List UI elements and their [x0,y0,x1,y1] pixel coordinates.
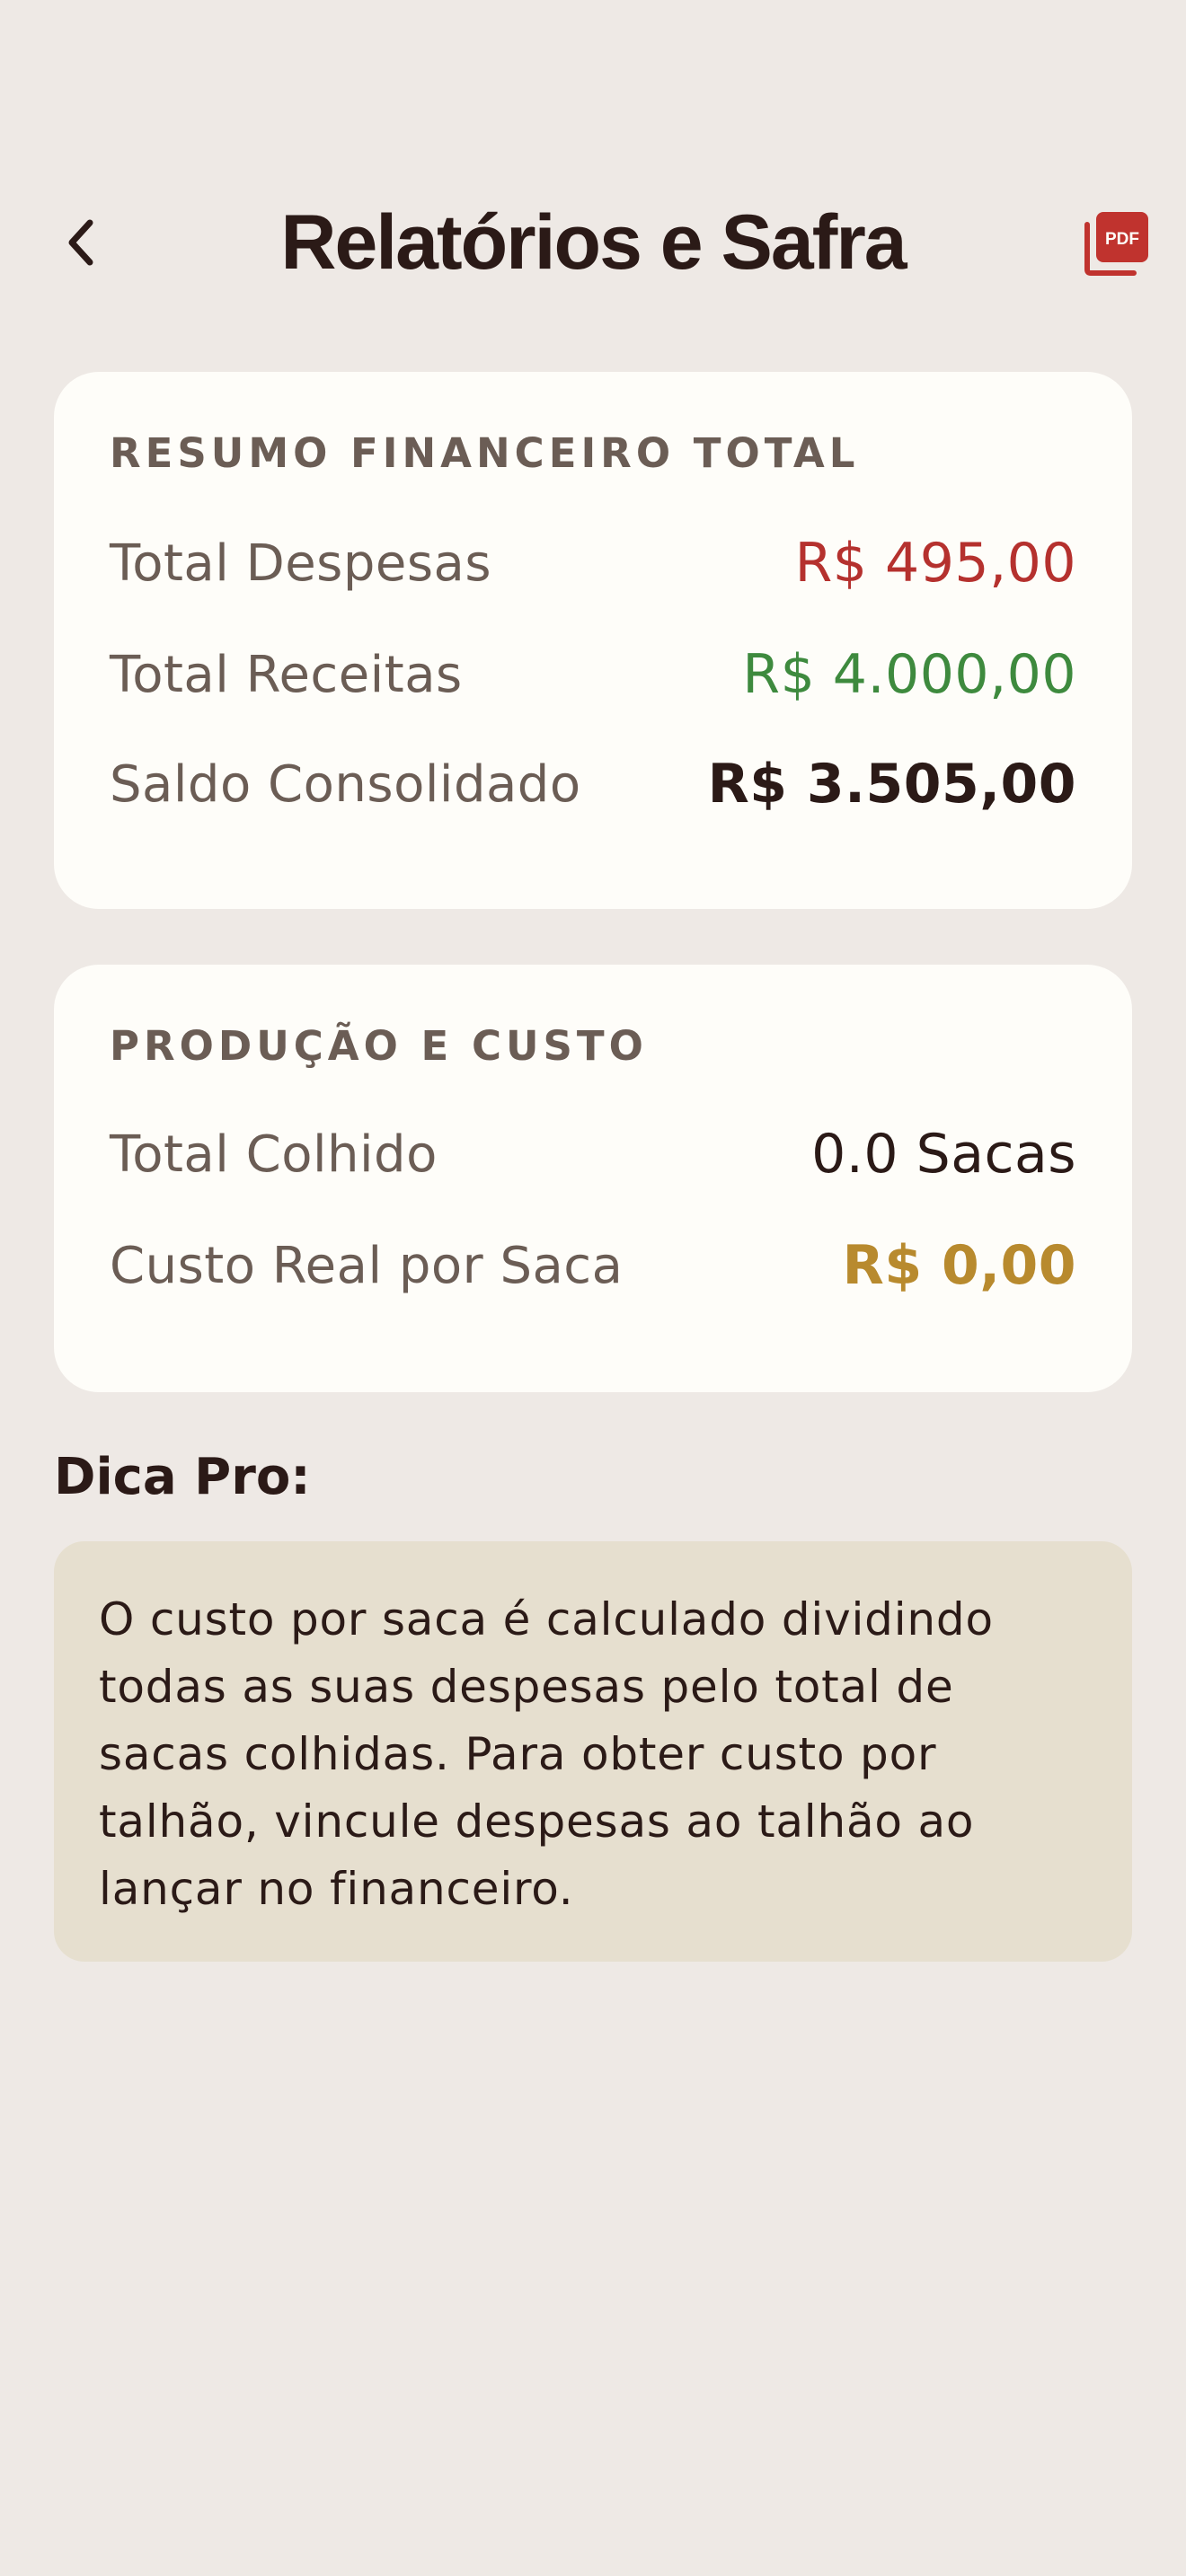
row-label: Custo Real por Saca [110,1236,624,1295]
tip-text: O custo por saca é calculado dividindo t… [99,1593,994,1915]
total-harvested-value: 0.0 Sacas [811,1123,1076,1186]
total-income-value: R$ 4.000,00 [742,643,1076,706]
financial-summary-card: RESUMO FINANCEIRO TOTAL Total Despesas R… [54,372,1132,909]
production-cost-card: PRODUÇÃO E CUSTO Total Colhido 0.0 Sacas… [54,965,1132,1392]
row-label: Total Despesas [110,534,492,593]
row-label: Total Colhido [110,1125,438,1184]
total-expenses-value: R$ 495,00 [794,532,1076,595]
cost-per-bag-value: R$ 0,00 [842,1234,1076,1297]
consolidated-balance-value: R$ 3.505,00 [707,753,1076,816]
tip-title: Dica Pro: [54,1448,311,1506]
card-heading: PRODUÇÃO E CUSTO [110,1022,648,1070]
card-heading: RESUMO FINANCEIRO TOTAL [110,429,860,477]
total-income-row: Total Receitas R$ 4.000,00 [110,643,1076,706]
header: Relatórios e Safra PDF [0,162,1186,323]
page-title: Relatórios e Safra [280,199,907,286]
svg-text:PDF: PDF [1105,230,1139,249]
pdf-icon: PDF [1084,212,1148,276]
row-label: Total Receitas [110,645,463,704]
total-expenses-row: Total Despesas R$ 495,00 [110,532,1076,595]
row-label: Saldo Consolidado [110,754,581,814]
consolidated-balance-row: Saldo Consolidado R$ 3.505,00 [110,753,1076,816]
cost-per-bag-row: Custo Real por Saca R$ 0,00 [110,1234,1076,1297]
total-harvested-row: Total Colhido 0.0 Sacas [110,1123,1076,1186]
tip-box: O custo por saca é calculado dividindo t… [54,1541,1132,1962]
export-pdf-button[interactable]: PDF [1082,208,1150,277]
